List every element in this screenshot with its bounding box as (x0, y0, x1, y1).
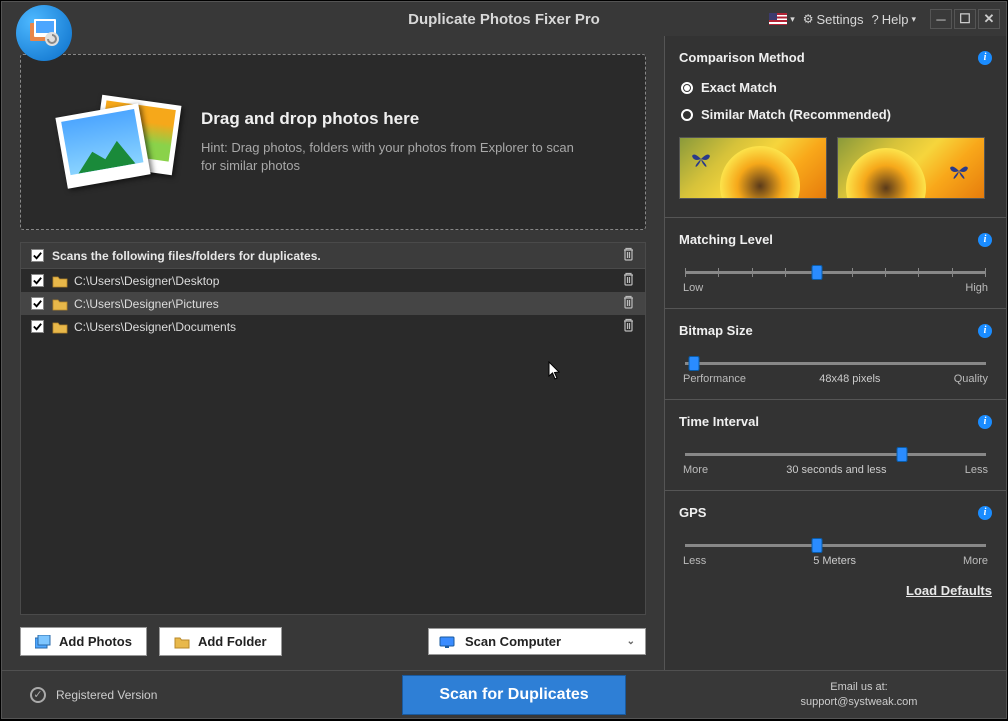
folder-list: Scans the following files/folders for du… (20, 242, 646, 615)
titlebar: Duplicate Photos Fixer Pro ▾ ⚙ Settings … (2, 2, 1006, 36)
dropzone-title: Drag and drop photos here (201, 109, 581, 129)
slider-thumb[interactable] (812, 538, 823, 553)
registered-label: Registered Version (56, 688, 157, 702)
row-checkbox[interactable] (31, 320, 44, 333)
bitmap-size-slider[interactable] (685, 362, 986, 365)
monitor-icon (439, 636, 455, 648)
flag-icon (769, 13, 787, 25)
folder-path: C:\Users\Designer\Pictures (74, 297, 219, 311)
folder-icon (52, 274, 68, 288)
close-button[interactable]: ✕ (978, 9, 1000, 29)
similar-match-radio[interactable]: Similar Match (Recommended) (679, 104, 992, 125)
support-email[interactable]: support@systweak.com (726, 695, 992, 709)
list-item[interactable]: C:\Users\Designer\Pictures (21, 292, 645, 315)
gps-slider[interactable] (685, 544, 986, 547)
info-icon[interactable]: i (978, 51, 992, 65)
info-icon[interactable]: i (978, 233, 992, 247)
delete-icon[interactable] (622, 272, 635, 289)
sample-thumbnail (837, 137, 985, 199)
maximize-button[interactable]: ☐ (954, 9, 976, 29)
add-folder-button[interactable]: Add Folder (159, 627, 282, 656)
chevron-down-icon: ⌄ (627, 636, 635, 647)
help-dropdown[interactable]: ? Help ▾ (871, 12, 916, 27)
email-label: Email us at: (726, 680, 992, 694)
footer: ✓ Registered Version Scan for Duplicates… (2, 670, 1006, 718)
comparison-header: Comparison Methodi (679, 48, 992, 71)
list-item[interactable]: C:\Users\Designer\Documents (21, 315, 645, 338)
time-interval-header: Time Intervali (679, 408, 992, 433)
delete-all-icon[interactable] (622, 247, 635, 264)
row-checkbox[interactable] (31, 274, 44, 287)
app-logo (16, 5, 72, 61)
chevron-down-icon: ▾ (911, 14, 916, 25)
language-dropdown[interactable]: ▾ (769, 13, 795, 25)
folder-icon (52, 297, 68, 311)
photos-icon (35, 635, 51, 649)
info-icon[interactable]: i (978, 415, 992, 429)
help-icon: ? (871, 12, 878, 27)
scan-target-select[interactable]: Scan Computer ⌄ (428, 628, 646, 655)
side-panel: Comparison Methodi Exact Match Similar M… (664, 36, 1006, 670)
list-header: Scans the following files/folders for du… (21, 243, 645, 269)
row-checkbox[interactable] (31, 297, 44, 310)
add-photos-button[interactable]: Add Photos (20, 627, 147, 656)
slider-thumb[interactable] (689, 356, 700, 371)
matching-level-slider[interactable] (685, 271, 986, 274)
list-item[interactable]: C:\Users\Designer\Desktop (21, 269, 645, 292)
folder-path: C:\Users\Designer\Desktop (74, 274, 219, 288)
exact-match-radio[interactable]: Exact Match (679, 77, 992, 98)
select-all-checkbox[interactable] (31, 249, 44, 262)
chevron-down-icon: ▾ (790, 14, 795, 25)
slider-thumb[interactable] (896, 447, 907, 462)
drop-zone[interactable]: Drag and drop photos here Hint: Drag pho… (20, 54, 646, 230)
delete-icon[interactable] (622, 318, 635, 335)
matching-level-header: Matching Leveli (679, 226, 992, 251)
sample-thumbnail (679, 137, 827, 199)
dropzone-hint: Hint: Drag photos, folders with your pho… (201, 139, 581, 175)
gear-icon: ⚙ (803, 12, 814, 26)
delete-icon[interactable] (622, 295, 635, 312)
gps-header: GPSi (679, 499, 992, 524)
settings-button[interactable]: ⚙ Settings (803, 12, 864, 27)
app-title: Duplicate Photos Fixer Pro (408, 11, 600, 28)
info-icon[interactable]: i (978, 506, 992, 520)
folder-path: C:\Users\Designer\Documents (74, 320, 236, 334)
bitmap-size-header: Bitmap Sizei (679, 317, 992, 342)
info-icon[interactable]: i (978, 324, 992, 338)
folder-icon (174, 635, 190, 649)
load-defaults-link[interactable]: Load Defaults (679, 583, 992, 598)
registered-icon: ✓ (30, 687, 46, 703)
radio-on-icon (681, 82, 693, 94)
folder-icon (52, 320, 68, 334)
radio-off-icon (681, 109, 693, 121)
scan-duplicates-button[interactable]: Scan for Duplicates (402, 675, 625, 715)
photos-icon (49, 82, 179, 202)
slider-thumb[interactable] (812, 265, 823, 280)
minimize-button[interactable]: ─ (930, 9, 952, 29)
time-interval-slider[interactable] (685, 453, 986, 456)
